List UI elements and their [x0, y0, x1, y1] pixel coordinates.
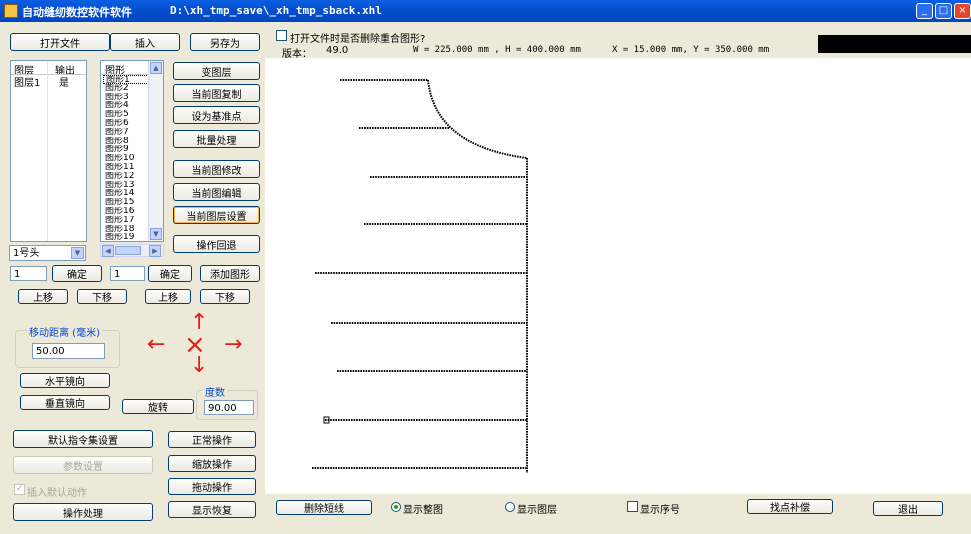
shape-list-item[interactable]: 图形11 — [103, 163, 151, 172]
delete-overlap-label: 打开文件时是否删除重合图形? — [290, 34, 426, 45]
layer-list[interactable]: 图层 输出 图层1 是 — [10, 60, 87, 242]
exit-button[interactable]: 退出 — [873, 501, 943, 516]
horizontal-mirror-button[interactable]: 水平镜向 — [20, 373, 110, 388]
default-command-settings-button[interactable]: 默认指令集设置 — [13, 430, 153, 448]
layer-number-input[interactable]: 1 — [10, 266, 47, 281]
size-readout: W = 225.000 mm , H = 400.000 mm — [413, 45, 581, 55]
shape-list-item[interactable]: 图形2 — [103, 84, 151, 93]
shape-list-item[interactable]: 图形16 — [103, 207, 151, 216]
minimize-button[interactable]: _ — [916, 3, 933, 19]
shape-list-item[interactable]: 图形1 — [103, 75, 151, 84]
change-layer-button[interactable]: 变图层 — [173, 62, 260, 80]
show-sequence-label: 显示序号 — [640, 505, 680, 516]
stitch-drawing[interactable] — [265, 58, 971, 494]
open-file-button[interactable]: 打开文件 — [10, 33, 110, 51]
insert-default-checkbox[interactable]: ✓ — [14, 484, 25, 495]
zoom-operation-button[interactable]: 缩放操作 — [168, 455, 256, 472]
shape-list-item[interactable]: 图形19 — [103, 233, 151, 241]
confirm-layer-button[interactable]: 确定 — [52, 265, 102, 282]
arrow-down-icon[interactable]: ↓ — [190, 355, 208, 377]
shape-list-item[interactable]: 图形4 — [103, 101, 151, 110]
batch-process-button[interactable]: 批量处理 — [173, 130, 260, 148]
shape-list-item[interactable]: 图形9 — [103, 145, 151, 154]
vertical-mirror-button[interactable]: 垂直镜向 — [20, 395, 110, 410]
version-value: 49.0 — [326, 45, 349, 56]
scroll-thumb[interactable] — [115, 246, 141, 255]
shape-list-item[interactable]: 图形14 — [103, 189, 151, 198]
display-restore-button[interactable]: 显示恢复 — [168, 501, 256, 518]
show-sequence-checkbox[interactable] — [627, 501, 638, 512]
modify-current-button[interactable]: 当前图修改 — [173, 160, 260, 178]
shape-items: 图形1 图形2 图形3 图形4 图形5 图形6 图形7 图形8 图形9 图形10 图形11 图形12 图… — [103, 75, 151, 241]
layer-row-output[interactable]: 是 — [59, 74, 69, 89]
degree-input[interactable]: 90.00 — [204, 400, 254, 415]
save-as-button[interactable]: 另存为 — [190, 33, 260, 51]
file-path: D:\xh_tmp_save\_xh_tmp_sback.xhl — [170, 4, 382, 17]
column-divider — [47, 61, 48, 241]
app-title: 自动缝纫数控软件软件 — [22, 6, 132, 19]
shape-list-item[interactable]: 图形8 — [103, 137, 151, 146]
status-panel — [818, 35, 971, 53]
arrow-left-icon[interactable]: ← — [147, 334, 165, 356]
app-icon — [4, 4, 18, 18]
move-up-shape-button[interactable]: 上移 — [145, 289, 191, 304]
scroll-down-icon[interactable]: ▼ — [150, 228, 162, 240]
shape-list-item[interactable]: 图形10 — [103, 154, 151, 163]
show-whole-label: 显示整图 — [403, 505, 443, 516]
shape-list-item[interactable]: 图形3 — [103, 93, 151, 102]
close-button[interactable]: × — [954, 3, 971, 19]
show-layer-label: 显示图层 — [517, 505, 557, 516]
set-base-point-button[interactable]: 设为基准点 — [173, 106, 260, 124]
maximize-button[interactable]: □ — [935, 3, 952, 19]
move-down-layer-button[interactable]: 下移 — [77, 289, 127, 304]
layer-settings-button[interactable]: 当前图层设置 — [173, 206, 260, 224]
drag-operation-button[interactable]: 拖动操作 — [168, 478, 256, 495]
add-shape-button[interactable]: 添加图形 — [200, 265, 260, 282]
delete-short-lines-button[interactable]: 删除短线 — [276, 500, 372, 515]
move-down-shape-button[interactable]: 下移 — [200, 289, 250, 304]
shape-list-item[interactable]: 图形7 — [103, 128, 151, 137]
position-readout: X = 15.000 mm, Y = 350.000 mm — [612, 45, 770, 55]
arrow-right-icon[interactable]: → — [224, 334, 242, 356]
delete-overlap-checkbox[interactable] — [276, 30, 287, 41]
shape-list-item[interactable]: 图形15 — [103, 198, 151, 207]
copy-current-button[interactable]: 当前图复制 — [173, 84, 260, 102]
shape-list[interactable]: 图形 图形1 图形2 图形3 图形4 图形5 图形6 图形7 图形8 图形9 图形10 图形11 图形… — [100, 60, 164, 242]
scroll-left-icon[interactable]: ◀ — [102, 245, 114, 257]
drawing-canvas[interactable] — [265, 58, 971, 494]
edit-current-button[interactable]: 当前图编辑 — [173, 183, 260, 201]
chevron-down-icon[interactable]: ▼ — [71, 247, 84, 259]
shape-list-item[interactable]: 图形5 — [103, 110, 151, 119]
shape-list-item[interactable]: 图形6 — [103, 119, 151, 128]
show-layer-radio[interactable] — [505, 502, 515, 512]
show-whole-radio[interactable] — [391, 502, 401, 512]
shape-list-item[interactable]: 图形18 — [103, 225, 151, 234]
insert-default-label: 插入默认动作 — [27, 488, 87, 499]
confirm-shape-button[interactable]: 确定 — [148, 265, 192, 282]
head-select[interactable]: 1号头 ▼ — [9, 245, 86, 261]
shape-list-item[interactable]: 图形12 — [103, 172, 151, 181]
undo-button[interactable]: 操作回退 — [173, 235, 260, 253]
head-select-value: 1号头 — [13, 248, 40, 259]
point-compensate-button[interactable]: 找点补偿 — [747, 499, 833, 514]
shape-number-input[interactable]: 1 — [110, 266, 145, 281]
stitch-curve — [427, 79, 528, 159]
move-distance-input[interactable]: 50.00 — [32, 343, 105, 359]
shape-list-hscrollbar[interactable]: ◀ ▶ — [100, 244, 164, 257]
degree-label: 度数 — [203, 384, 227, 399]
shape-list-item[interactable]: 图形13 — [103, 181, 151, 190]
insert-button[interactable]: 插入 — [110, 33, 180, 51]
layer-row-name[interactable]: 图层1 — [14, 74, 40, 89]
normal-operation-button[interactable]: 正常操作 — [168, 431, 256, 448]
title-bar: 自动缝纫数控软件软件 D:\xh_tmp_save\_xh_tmp_sback.… — [0, 0, 971, 22]
scroll-right-icon[interactable]: ▶ — [149, 245, 161, 257]
move-distance-label: 移动距离 (毫米) — [27, 324, 102, 339]
rotate-button[interactable]: 旋转 — [122, 399, 194, 414]
shape-list-item[interactable]: 图形17 — [103, 216, 151, 225]
parameter-settings-button[interactable]: 参数设置 — [13, 456, 153, 474]
shape-list-scrollbar[interactable]: ▲ ▼ — [148, 61, 163, 241]
move-up-layer-button[interactable]: 上移 — [18, 289, 68, 304]
scroll-up-icon[interactable]: ▲ — [150, 62, 162, 74]
operation-process-button[interactable]: 操作处理 — [13, 503, 153, 521]
